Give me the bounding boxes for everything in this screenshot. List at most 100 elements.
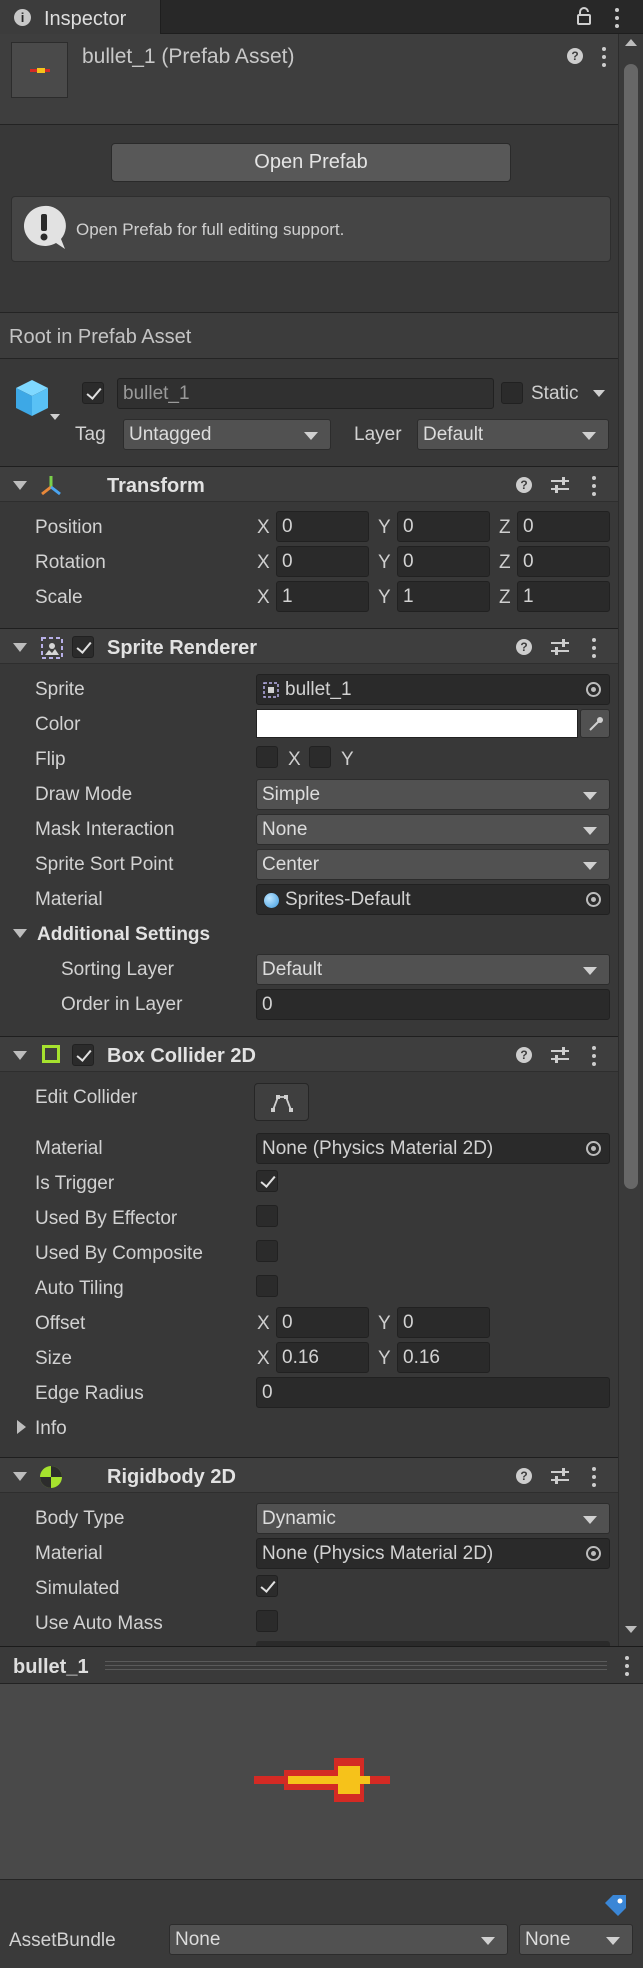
axis-x-label: X: [257, 587, 270, 608]
flip-x-checkbox[interactable]: [256, 746, 278, 768]
edge-radius-label: Edge Radius: [35, 1383, 144, 1404]
edge-radius-field[interactable]: 0: [256, 1377, 610, 1408]
asset-bundle-variant-dropdown[interactable]: None: [519, 1924, 633, 1955]
mask-interaction-dropdown[interactable]: None: [256, 814, 610, 845]
lock-icon[interactable]: [576, 7, 592, 25]
rigidbody-header[interactable]: Rigidbody 2D ?: [0, 1457, 618, 1493]
flip-y-checkbox[interactable]: [309, 746, 331, 768]
offset-x-field[interactable]: 0: [276, 1307, 369, 1338]
component-menu-icon[interactable]: [592, 476, 596, 496]
box-collider-enabled-checkbox[interactable]: [72, 1044, 94, 1066]
info-label[interactable]: Info: [35, 1419, 67, 1438]
box-collider-title: Box Collider 2D: [107, 1045, 256, 1067]
use-auto-mass-checkbox[interactable]: [256, 1610, 278, 1632]
additional-settings-fold-icon[interactable]: [13, 929, 27, 938]
preview-header[interactable]: bullet_1: [0, 1646, 643, 1684]
rb-material-field[interactable]: None (Physics Material 2D): [256, 1538, 610, 1569]
additional-settings-title[interactable]: Additional Settings: [37, 925, 210, 944]
transform-header[interactable]: Transform ?: [0, 466, 618, 502]
help-icon[interactable]: ?: [516, 639, 532, 655]
preview-menu-icon[interactable]: [625, 1656, 629, 1676]
help-icon[interactable]: ?: [516, 1047, 532, 1063]
scale-y-field[interactable]: 1: [397, 581, 490, 612]
sprite-renderer-enabled-checkbox[interactable]: [72, 636, 94, 658]
static-label[interactable]: Static: [531, 384, 579, 403]
simulated-checkbox[interactable]: [256, 1575, 278, 1597]
help-icon[interactable]: ?: [567, 48, 583, 64]
presets-icon[interactable]: [550, 638, 570, 656]
open-prefab-button[interactable]: Open Prefab: [111, 143, 511, 182]
object-picker-icon[interactable]: [586, 1141, 601, 1156]
presets-icon[interactable]: [550, 476, 570, 494]
scroll-down-arrow-icon[interactable]: [625, 1626, 637, 1633]
asset-bundle-variant-value: None: [525, 1929, 571, 1950]
tab-menu-icon[interactable]: [615, 8, 619, 28]
axis-z-label: Z: [499, 587, 511, 608]
fold-arrow-icon[interactable]: [13, 643, 27, 652]
asset-bundle-name-dropdown[interactable]: None: [169, 1924, 508, 1955]
sprite-renderer-header[interactable]: Sprite Renderer ?: [0, 628, 618, 664]
component-menu-icon[interactable]: [592, 1046, 596, 1066]
static-dropdown-arrow-icon[interactable]: [593, 390, 605, 397]
info-fold-icon[interactable]: [17, 1420, 26, 1434]
header-menu-icon[interactable]: [602, 47, 606, 67]
scale-x-field[interactable]: 1: [276, 581, 369, 612]
scrollbar-thumb[interactable]: [624, 64, 638, 1189]
tab-label: Inspector: [44, 8, 127, 30]
edit-collider-button[interactable]: [254, 1083, 309, 1121]
static-checkbox[interactable]: [501, 382, 523, 404]
auto-tiling-checkbox[interactable]: [256, 1275, 278, 1297]
eyedropper-button[interactable]: [580, 709, 610, 738]
tab-inspector[interactable]: i Inspector: [0, 0, 161, 34]
rotation-z-field[interactable]: 0: [517, 546, 610, 577]
size-y-field[interactable]: 0.16: [397, 1342, 490, 1373]
position-z-field[interactable]: 0: [517, 511, 610, 542]
rotation-y-field[interactable]: 0: [397, 546, 490, 577]
tag-dropdown[interactable]: Untagged: [123, 419, 331, 450]
is-trigger-checkbox[interactable]: [256, 1170, 278, 1192]
help-icon[interactable]: ?: [516, 477, 532, 493]
color-swatch[interactable]: [256, 709, 578, 738]
sprite-asset-icon: [263, 682, 279, 698]
scale-z-field[interactable]: 1: [517, 581, 610, 612]
box-collider-header[interactable]: Box Collider 2D ?: [0, 1036, 618, 1072]
fold-arrow-icon[interactable]: [13, 1472, 27, 1481]
help-icon[interactable]: ?: [516, 1468, 532, 1484]
material-object-field[interactable]: Sprites-Default: [256, 884, 610, 915]
draw-mode-dropdown[interactable]: Simple: [256, 779, 610, 810]
preview-drag-handle[interactable]: [105, 1661, 607, 1670]
object-picker-icon[interactable]: [586, 1546, 601, 1561]
fold-arrow-icon[interactable]: [13, 1051, 27, 1060]
scroll-up-arrow-icon[interactable]: [625, 39, 637, 46]
presets-icon[interactable]: [550, 1467, 570, 1485]
order-in-layer-field[interactable]: 0: [256, 989, 610, 1020]
size-x-field[interactable]: 0.16: [276, 1342, 369, 1373]
body-type-dropdown[interactable]: Dynamic: [256, 1503, 610, 1534]
used-by-composite-checkbox[interactable]: [256, 1240, 278, 1262]
fold-arrow-icon[interactable]: [13, 481, 27, 490]
sprite-sort-point-dropdown[interactable]: Center: [256, 849, 610, 880]
collider-material-field[interactable]: None (Physics Material 2D): [256, 1133, 610, 1164]
active-checkbox[interactable]: [82, 382, 104, 404]
object-picker-icon[interactable]: [586, 682, 601, 697]
position-x-field[interactable]: 0: [276, 511, 369, 542]
rotation-x-field[interactable]: 0: [276, 546, 369, 577]
gameobject-cube-icon[interactable]: [12, 376, 60, 424]
tag-value: Untagged: [129, 424, 212, 445]
vertical-scrollbar[interactable]: [618, 34, 643, 1646]
component-menu-icon[interactable]: [592, 1467, 596, 1487]
object-picker-icon[interactable]: [586, 892, 601, 907]
axis-y-label: Y: [378, 552, 391, 573]
offset-y-field[interactable]: 0: [397, 1307, 490, 1338]
use-auto-mass-label: Use Auto Mass: [35, 1613, 163, 1634]
sorting-layer-dropdown[interactable]: Default: [256, 954, 610, 985]
sprite-sort-point-value: Center: [262, 854, 320, 875]
presets-icon[interactable]: [550, 1046, 570, 1064]
position-y-field[interactable]: 0: [397, 511, 490, 542]
component-menu-icon[interactable]: [592, 638, 596, 658]
object-name-field[interactable]: bullet_1: [117, 378, 494, 409]
used-by-effector-checkbox[interactable]: [256, 1205, 278, 1227]
layer-dropdown[interactable]: Default: [417, 419, 609, 450]
asset-label-icon[interactable]: [602, 1894, 628, 1918]
sprite-object-field[interactable]: bullet_1: [256, 674, 610, 705]
